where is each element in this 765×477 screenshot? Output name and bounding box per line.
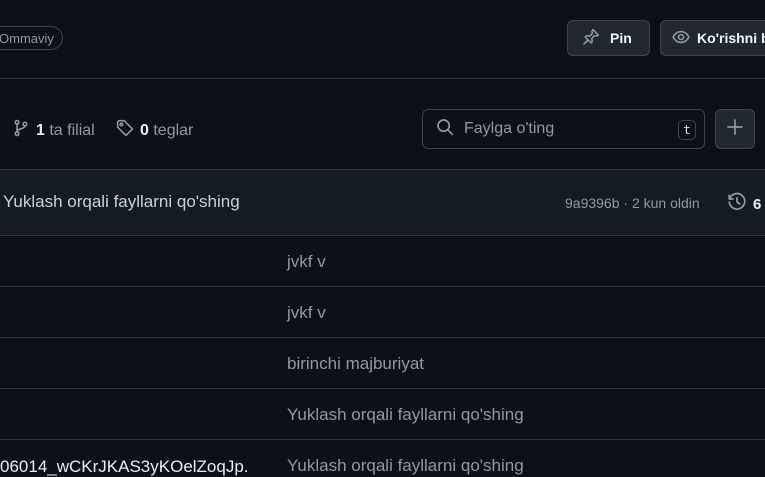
commit-history-link[interactable]: 6 <box>727 192 761 216</box>
history-count: 6 <box>753 195 762 213</box>
branch-label: ta filial <box>49 121 95 139</box>
file-name[interactable]: 06014_wCKrJKAS3yKOelZoqJp... <box>0 457 250 477</box>
file-commit-message[interactable]: jvkf v <box>287 252 326 272</box>
file-row[interactable]: Yuklash orqali fayllarni qo'shing <box>0 389 765 440</box>
watch-label: Ko'rishni boshqarish <box>697 30 765 46</box>
file-commit-message[interactable]: jvkf v <box>287 303 326 323</box>
repository-page: Ommaviy Pin Ko'rishni boshqarish <box>0 0 765 477</box>
tags-link[interactable]: 0 teglar <box>116 119 193 142</box>
history-icon <box>727 192 747 216</box>
tag-icon <box>116 119 140 142</box>
branches-link[interactable]: 1 ta filial <box>12 119 95 142</box>
file-row[interactable]: jvkf v <box>0 287 765 338</box>
latest-commit-message[interactable]: Yuklash orqali fayllarni qo'shing <box>3 192 240 212</box>
file-row[interactable]: 06014_wCKrJKAS3yKOelZoqJp... Yuklash orq… <box>0 440 765 477</box>
watch-button[interactable]: Ko'rishni boshqarish <box>660 20 765 56</box>
file-commit-message[interactable]: birinchi majburiyat <box>287 354 424 374</box>
git-branch-icon <box>12 119 36 142</box>
search-icon <box>436 118 454 141</box>
file-row[interactable]: jvkf v <box>0 236 765 287</box>
file-commit-message[interactable]: Yuklash orqali fayllarni qo'shing <box>287 405 524 425</box>
file-search[interactable]: t <box>422 109 705 149</box>
eye-icon <box>671 28 691 49</box>
plus-icon <box>726 118 744 141</box>
file-list: jvkf v jvkf v birinchi majburiyat Yuklas… <box>0 236 765 477</box>
repo-toolbar: 1 ta filial 0 teglar t <box>0 79 765 169</box>
latest-commit-bar: Yuklash orqali fayllarni qo'shing 9a9396… <box>0 169 765 236</box>
pin-label: Pin <box>610 30 632 46</box>
repo-header: Ommaviy Pin Ko'rishni boshqarish <box>0 0 765 79</box>
file-row[interactable]: birinchi majburiyat <box>0 338 765 389</box>
pin-button[interactable]: Pin <box>567 20 650 56</box>
add-file-button[interactable] <box>715 109 755 149</box>
file-commit-message[interactable]: Yuklash orqali fayllarni qo'shing <box>287 456 524 476</box>
tag-label: teglar <box>153 121 194 139</box>
branch-count: 1 <box>36 121 45 139</box>
pin-icon <box>582 28 600 49</box>
visibility-badge: Ommaviy <box>0 26 63 50</box>
tag-count: 0 <box>140 121 149 139</box>
latest-commit-meta[interactable]: 9a9396b · 2 kun oldin <box>565 195 700 211</box>
search-shortcut-key: t <box>678 120 696 140</box>
file-search-input[interactable] <box>464 120 654 138</box>
